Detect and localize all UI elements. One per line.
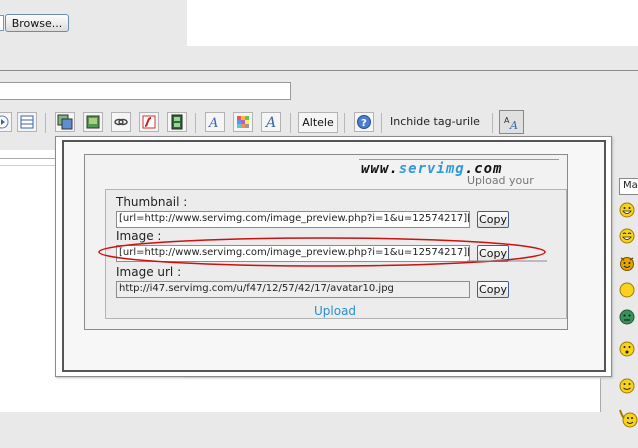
blank-smiley-icon[interactable] <box>619 282 635 298</box>
top-blank-area <box>187 0 638 46</box>
logo-accent: servimg <box>398 161 465 177</box>
more-button[interactable]: Altele <box>298 112 338 133</box>
link-icon[interactable] <box>111 112 131 132</box>
upload-link[interactable]: Upload <box>314 304 356 318</box>
svg-text:A: A <box>264 115 276 130</box>
svg-text:?: ? <box>361 118 367 129</box>
toolbar-separator <box>344 113 345 133</box>
copy-thumbnail-button[interactable]: Copy <box>477 211 509 228</box>
file-path-input[interactable] <box>0 15 4 31</box>
thumbnail-label: Thumbnail : <box>116 195 188 209</box>
svg-text:A: A <box>208 116 218 130</box>
flash-icon[interactable] <box>139 112 159 132</box>
video-icon[interactable] <box>167 112 187 132</box>
toolbar-separator <box>45 113 46 133</box>
toolbar-separator <box>381 113 382 133</box>
divider <box>0 70 638 71</box>
grin-smiley-icon[interactable] <box>619 202 635 218</box>
subject-input[interactable] <box>0 82 291 100</box>
happy-smiley-icon[interactable] <box>619 378 635 394</box>
sick-smiley-icon[interactable] <box>619 309 635 325</box>
logo-prefix: www. <box>361 161 399 177</box>
copy-image-url-button[interactable]: Copy <box>477 281 509 298</box>
font-icon[interactable]: A <box>205 112 225 132</box>
play-icon[interactable] <box>0 112 12 132</box>
help-icon[interactable]: ? <box>354 112 374 132</box>
image-icon[interactable] <box>83 112 103 132</box>
table-icon[interactable] <box>17 112 37 132</box>
evil-smiley-icon[interactable] <box>619 255 635 271</box>
waving-smiley-icon[interactable] <box>619 408 638 430</box>
close-tags-link[interactable]: Inchide tag-urile <box>390 115 480 128</box>
toolbar-separator <box>195 113 196 133</box>
surprised-smiley-icon[interactable] <box>619 341 635 357</box>
font-face-icon[interactable]: A <box>261 112 281 132</box>
insert-image-icon[interactable] <box>55 112 75 132</box>
font-size-icon[interactable]: AA <box>499 110 524 134</box>
servimg-logo: www.servimg.com Upload your files <box>359 157 559 200</box>
toolbar-separator <box>492 113 493 133</box>
laugh-smiley-icon[interactable] <box>619 228 635 244</box>
svg-text:A: A <box>509 119 518 130</box>
image-url-field[interactable]: http://i47.servimg.com/u/f47/12/57/42/17… <box>116 281 470 298</box>
message-editor-area[interactable] <box>0 378 601 412</box>
editor-toolbar: A A Altele ? Inchide tag-urile AA <box>0 110 638 136</box>
thumbnail-code-field[interactable]: [url=http://www.servimg.com/image_previe… <box>116 211 470 228</box>
emoticon-category-select[interactable]: Ma <box>619 178 638 195</box>
logo-rule <box>359 159 559 160</box>
toolbar-separator <box>290 113 291 133</box>
highlight-ellipse <box>98 237 547 267</box>
color-grid-icon[interactable] <box>233 112 253 132</box>
browse-button[interactable]: Browse... <box>5 14 69 32</box>
